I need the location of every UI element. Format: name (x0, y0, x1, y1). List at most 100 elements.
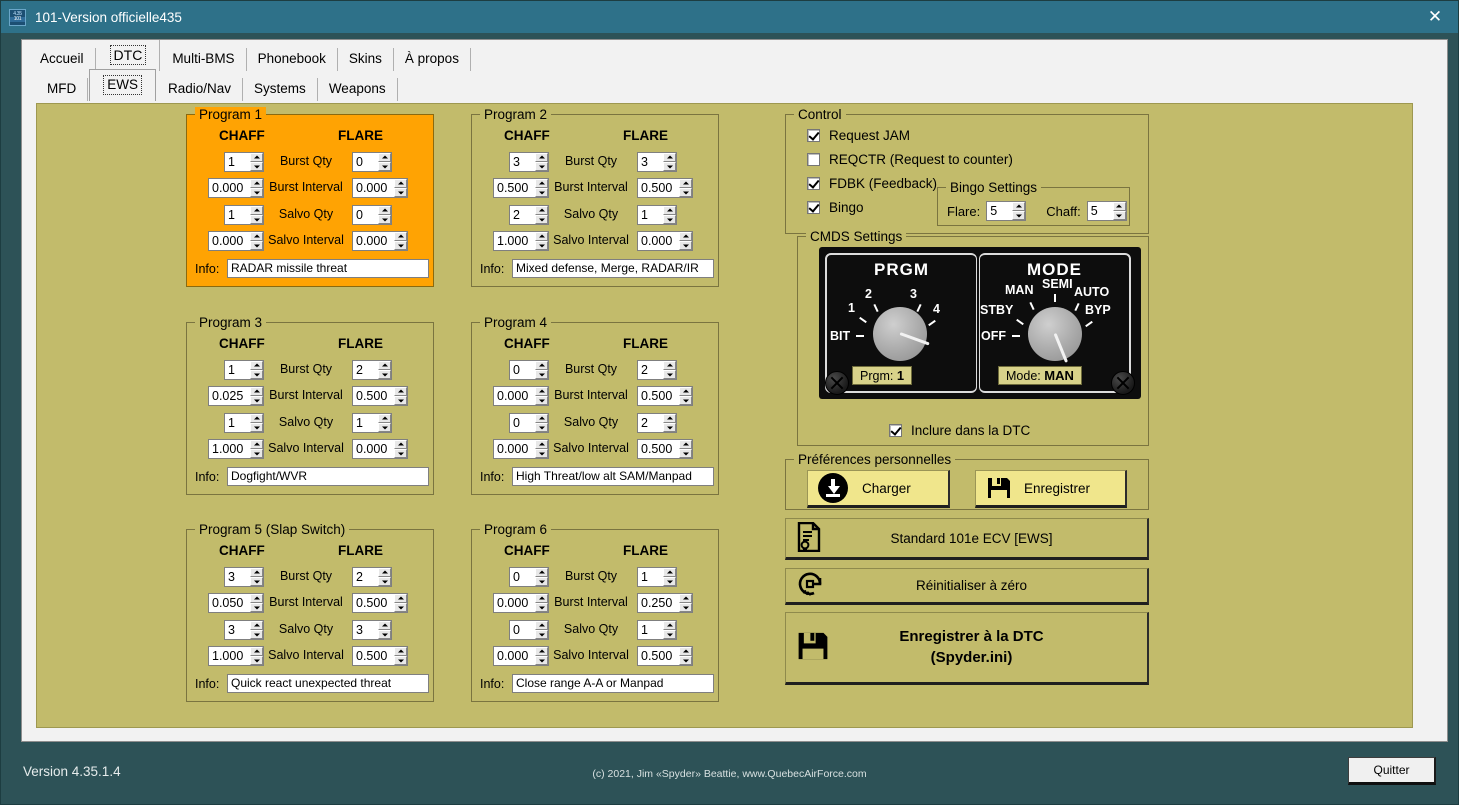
stepper-up-icon[interactable] (394, 179, 407, 188)
stepper-down-icon[interactable] (378, 215, 391, 224)
stepper-down-icon[interactable] (394, 603, 407, 612)
tab-phonebook[interactable]: Phonebook (246, 48, 338, 71)
stepper-up-icon[interactable] (535, 621, 548, 630)
stepper-down-icon[interactable] (663, 423, 676, 432)
chaff-burst-qty-stepper[interactable]: 3 (224, 567, 264, 587)
stepper-up-icon[interactable] (378, 153, 391, 162)
stepper-down-icon[interactable] (378, 577, 391, 586)
stepper-down-icon[interactable] (535, 162, 548, 171)
stepper-down-icon[interactable] (535, 370, 548, 379)
stepper-down-icon[interactable] (663, 162, 676, 171)
stepper-down-icon[interactable] (250, 396, 263, 405)
mode-knob[interactable] (1028, 307, 1082, 363)
chaff-burst-interval-stepper[interactable]: 0.500 (493, 178, 549, 198)
chaff-salvo-interval-stepper[interactable]: 1.000 (493, 231, 549, 251)
tab-weapons[interactable]: Weapons (317, 78, 398, 101)
stepper-up-icon[interactable] (535, 647, 548, 656)
chaff-burst-interval-stepper[interactable]: 0.000 (208, 178, 264, 198)
info-input[interactable]: Dogfight/WVR (227, 467, 429, 486)
stepper-up-icon[interactable] (250, 621, 263, 630)
stepper-down-icon[interactable] (394, 396, 407, 405)
stepper-up-icon[interactable] (679, 594, 692, 603)
stepper-down-icon[interactable] (535, 630, 548, 639)
stepper-up-icon[interactable] (394, 387, 407, 396)
flare-salvo-interval-stepper[interactable]: 0.500 (637, 646, 693, 666)
info-input[interactable]: Close range A-A or Manpad (512, 674, 714, 693)
chaff-burst-qty-stepper[interactable]: 0 (509, 567, 549, 587)
stepper-down-icon[interactable] (535, 577, 548, 586)
flare-burst-qty-stepper[interactable]: 2 (352, 567, 392, 587)
chaff-burst-qty-stepper[interactable]: 0 (509, 360, 549, 380)
stepper-up-icon[interactable] (679, 440, 692, 449)
stepper-down-icon[interactable] (250, 630, 263, 639)
stepper-up-icon[interactable] (250, 179, 263, 188)
tab-mfd[interactable]: MFD (36, 78, 89, 101)
chaff-salvo-qty-stepper[interactable]: 2 (509, 205, 549, 225)
flare-burst-interval-stepper[interactable]: 0.500 (352, 593, 408, 613)
chaff-salvo-interval-stepper[interactable]: 0.000 (208, 231, 264, 251)
stepper-up-icon[interactable] (378, 568, 391, 577)
stepper-down-icon[interactable] (1012, 211, 1026, 220)
stepper-up-icon[interactable] (250, 387, 263, 396)
stepper-up-icon[interactable] (535, 153, 548, 162)
quit-button[interactable]: Quitter (1348, 757, 1436, 785)
chaff-salvo-qty-stepper[interactable]: 3 (224, 620, 264, 640)
bingo-chaff-stepper[interactable]: 5 (1086, 201, 1127, 221)
stepper-up-icon[interactable] (250, 153, 263, 162)
stepper-up-icon[interactable] (535, 568, 548, 577)
flare-burst-qty-stepper[interactable]: 2 (352, 360, 392, 380)
stepper-down-icon[interactable] (535, 656, 548, 665)
stepper-down-icon[interactable] (679, 656, 692, 665)
tab-radio-nav[interactable]: Radio/Nav (157, 78, 244, 101)
tab-dtc[interactable]: DTC (96, 40, 161, 71)
prgm-knob[interactable] (873, 307, 930, 361)
flare-burst-interval-stepper[interactable]: 0.500 (637, 178, 693, 198)
stepper-down-icon[interactable] (250, 241, 263, 250)
chaff-salvo-qty-stepper[interactable]: 0 (509, 413, 549, 433)
stepper-up-icon[interactable] (394, 594, 407, 603)
flare-salvo-interval-stepper[interactable]: 0.000 (352, 439, 408, 459)
stepper-down-icon[interactable] (250, 656, 263, 665)
tab-systems[interactable]: Systems (243, 78, 318, 101)
stepper-down-icon[interactable] (535, 215, 548, 224)
stepper-up-icon[interactable] (1012, 202, 1026, 211)
stepper-up-icon[interactable] (378, 621, 391, 630)
chaff-salvo-qty-stepper[interactable]: 1 (224, 413, 264, 433)
stepper-up-icon[interactable] (679, 179, 692, 188)
flare-salvo-interval-stepper[interactable]: 0.500 (352, 646, 408, 666)
stepper-up-icon[interactable] (535, 414, 548, 423)
stepper-down-icon[interactable] (679, 603, 692, 612)
flare-salvo-interval-stepper[interactable]: 0.500 (637, 439, 693, 459)
info-input[interactable]: High Threat/low alt SAM/Manpad (512, 467, 714, 486)
flare-salvo-qty-stepper[interactable]: 1 (637, 620, 677, 640)
stepper-down-icon[interactable] (394, 449, 407, 458)
flare-burst-qty-stepper[interactable]: 1 (637, 567, 677, 587)
flare-burst-interval-stepper[interactable]: 0.500 (637, 386, 693, 406)
close-icon[interactable]: ✕ (1412, 1, 1458, 33)
stepper-up-icon[interactable] (250, 414, 263, 423)
stepper-up-icon[interactable] (679, 232, 692, 241)
stepper-up-icon[interactable] (378, 361, 391, 370)
checkbox-box[interactable] (807, 153, 820, 166)
stepper-up-icon[interactable] (250, 594, 263, 603)
stepper-down-icon[interactable] (250, 449, 263, 458)
stepper-up-icon[interactable] (663, 153, 676, 162)
chaff-burst-qty-stepper[interactable]: 3 (509, 152, 549, 172)
flare-burst-qty-stepper[interactable]: 2 (637, 360, 677, 380)
stepper-down-icon[interactable] (679, 188, 692, 197)
info-input[interactable]: Mixed defense, Merge, RADAR/IR (512, 259, 714, 278)
flare-burst-qty-stepper[interactable]: 0 (352, 152, 392, 172)
stepper-up-icon[interactable] (394, 232, 407, 241)
stepper-down-icon[interactable] (663, 630, 676, 639)
standard-ecv-button[interactable]: Standard 101e ECV [EWS] (785, 518, 1149, 560)
stepper-up-icon[interactable] (1112, 202, 1126, 211)
stepper-down-icon[interactable] (535, 188, 548, 197)
tab-skins[interactable]: Skins (337, 48, 394, 71)
stepper-down-icon[interactable] (535, 423, 548, 432)
stepper-down-icon[interactable] (250, 423, 263, 432)
flare-salvo-qty-stepper[interactable]: 3 (352, 620, 392, 640)
stepper-up-icon[interactable] (663, 621, 676, 630)
control-checkbox-request[interactable]: Request JAM (807, 128, 1013, 143)
chaff-burst-interval-stepper[interactable]: 0.000 (493, 593, 549, 613)
stepper-up-icon[interactable] (535, 387, 548, 396)
